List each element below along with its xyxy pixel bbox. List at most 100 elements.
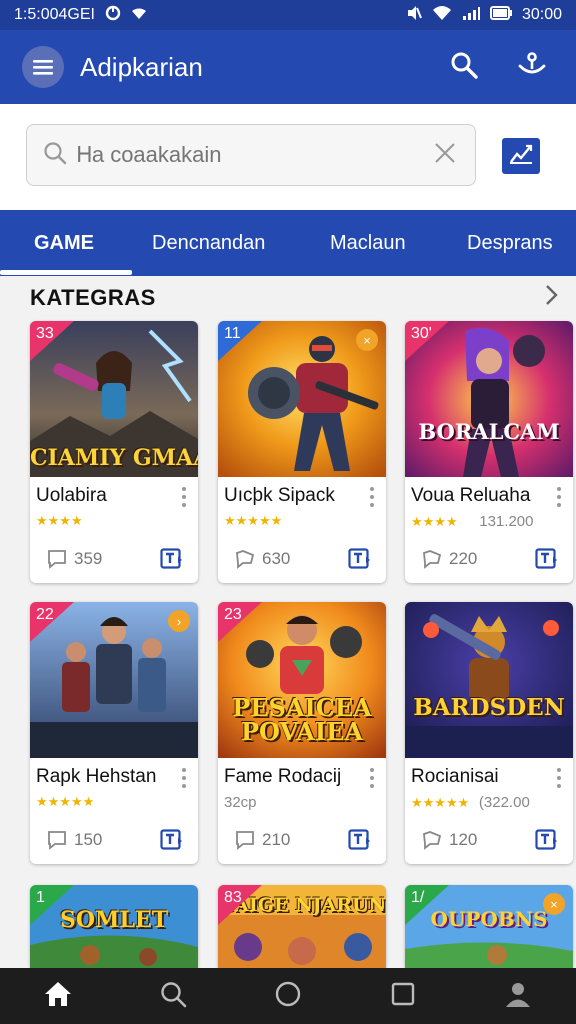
rating-stars: ★★★★ — [411, 514, 458, 529]
comment-icon[interactable] — [46, 830, 68, 855]
game-card[interactable]: BORALCAM 30' Voua Reluaha ★★★★ 131.200 2… — [405, 321, 573, 583]
share-icon[interactable] — [348, 547, 372, 571]
search-icon — [43, 141, 67, 170]
nav-circle[interactable] — [260, 968, 316, 1024]
wifi-icon — [432, 5, 452, 25]
filter-button[interactable] — [502, 138, 540, 174]
card-footer: 630 — [218, 545, 386, 575]
card-footer: 150 — [30, 826, 198, 856]
comment-icon[interactable] — [421, 549, 443, 574]
square-icon — [390, 981, 416, 1012]
nav-home[interactable] — [30, 968, 86, 1024]
game-thumbnail-title: PESAICEA POVAIEA — [232, 693, 372, 746]
card-rating: ★★★★ 131.200 — [411, 513, 533, 530]
share-icon[interactable] — [160, 547, 184, 571]
card-badge-label: 11 — [224, 325, 241, 342]
card-badge-label: 1/ — [411, 889, 425, 906]
share-icon[interactable] — [535, 547, 559, 571]
bottom-navigation — [0, 968, 576, 1024]
menu-icon — [32, 58, 54, 76]
game-name: Uıcþk Sipack — [224, 485, 335, 506]
game-card[interactable]: 22 › Rapk Hehstan ★★★★★ 150 — [30, 602, 198, 864]
game-thumbnail: BAIGE NJARUN 83 — [218, 885, 386, 968]
game-thumbnail: PESAICEA POVAIEA 23 — [218, 602, 386, 758]
tab-maclaun[interactable]: Maclaun — [330, 232, 406, 255]
comment-count: 210 — [262, 830, 291, 849]
game-card[interactable]: OUPOBNS 1/ × — [405, 885, 573, 968]
circle-icon — [274, 980, 302, 1013]
game-thumbnail-title: CIAMIY GMAAN — [30, 445, 198, 471]
card-footer: 120 — [405, 826, 573, 856]
active-tab-indicator — [0, 270, 132, 275]
search-button[interactable] — [442, 45, 486, 89]
profile-icon — [504, 980, 532, 1013]
game-thumbnail: SOMLET 1 — [30, 885, 198, 968]
menu-button[interactable] — [22, 46, 64, 88]
app-title: Adipkarian — [80, 51, 203, 82]
game-card[interactable]: 11 × Uıcþk Sipack ★★★★★ 630 — [218, 321, 386, 583]
nav-search[interactable] — [145, 968, 201, 1024]
game-thumbnail-title: BARDSDEN — [413, 694, 565, 721]
game-card[interactable]: BAIGE NJARUN 83 — [218, 885, 386, 968]
share-icon[interactable] — [160, 828, 184, 852]
card-more-button[interactable] — [178, 768, 190, 788]
game-name: Fame Rodacij — [224, 766, 342, 787]
card-more-button[interactable] — [178, 487, 190, 507]
game-thumbnail-title: SOMLET — [59, 907, 168, 933]
status-bar: 1:5:004GEI 30:00 — [0, 0, 576, 30]
card-meta: 131.200 — [479, 513, 534, 530]
tab-dencnandan[interactable]: Dencnandan — [152, 232, 265, 255]
status-left-text: 1:5:004GEI — [14, 6, 95, 23]
card-rating: ★★★★★ — [224, 513, 282, 529]
comment-count: 220 — [449, 549, 478, 568]
card-meta: 32cp — [224, 794, 257, 811]
game-thumbnail: BARDSDEN — [405, 602, 573, 758]
game-card[interactable]: CIAMIY GMAAN 33 Uolabira ★★★★ 359 — [30, 321, 198, 583]
share-icon[interactable] — [535, 828, 559, 852]
comment-icon[interactable] — [421, 830, 443, 855]
game-controller-button[interactable] — [510, 45, 554, 89]
card-badge-label: 22 — [36, 606, 54, 623]
category-tabs: GAME Dencnandan Maclaun Desprans — [0, 210, 576, 276]
card-corner-badge: × — [543, 893, 565, 915]
card-more-button[interactable] — [366, 487, 378, 507]
nav-profile[interactable] — [490, 968, 546, 1024]
card-badge-label: 33 — [36, 325, 54, 342]
clear-icon — [434, 142, 456, 169]
card-corner-badge: × — [356, 329, 378, 351]
game-card[interactable]: PESAICEA POVAIEA 23 Fame Rodacij 32cp 21… — [218, 602, 386, 864]
nav-square[interactable] — [375, 968, 431, 1024]
section-title: KATEGRAS — [30, 285, 156, 310]
share-icon[interactable] — [348, 828, 372, 852]
section-more-button[interactable] — [540, 283, 564, 311]
home-icon — [43, 980, 73, 1013]
rating-stars: ★★★★ — [36, 513, 83, 528]
location-icon — [131, 7, 147, 24]
clear-search-button[interactable] — [431, 141, 459, 169]
search-icon — [159, 980, 187, 1013]
card-more-button[interactable] — [366, 768, 378, 788]
comment-count: 630 — [262, 549, 291, 568]
game-thumbnail: CIAMIY GMAAN 33 — [30, 321, 198, 477]
card-more-button[interactable] — [553, 487, 565, 507]
card-more-button[interactable] — [553, 768, 565, 788]
game-thumbnail: 11 × — [218, 321, 386, 477]
tab-desprans[interactable]: Desprans — [467, 232, 553, 255]
game-name: Uolabira — [36, 485, 107, 506]
search-input[interactable] — [77, 142, 431, 168]
filter-icon — [508, 143, 534, 170]
rating-stars: ★★★★★ — [411, 795, 470, 810]
search-area — [0, 104, 576, 210]
comment-icon[interactable] — [46, 549, 68, 574]
comment-icon[interactable] — [234, 830, 256, 855]
tab-game[interactable]: GAME — [34, 232, 94, 255]
game-name: Voua Reluaha — [411, 485, 531, 506]
comment-icon[interactable] — [234, 549, 256, 574]
game-card[interactable]: BARDSDEN Rocianisai ★★★★★ (322.00 120 — [405, 602, 573, 864]
game-thumbnail-title: BORALCAM — [418, 419, 560, 444]
notification-icon — [105, 5, 121, 25]
search-icon — [450, 51, 478, 84]
game-card[interactable]: SOMLET 1 — [30, 885, 198, 968]
search-box — [26, 124, 476, 186]
status-time: 30:00 — [521, 6, 562, 23]
